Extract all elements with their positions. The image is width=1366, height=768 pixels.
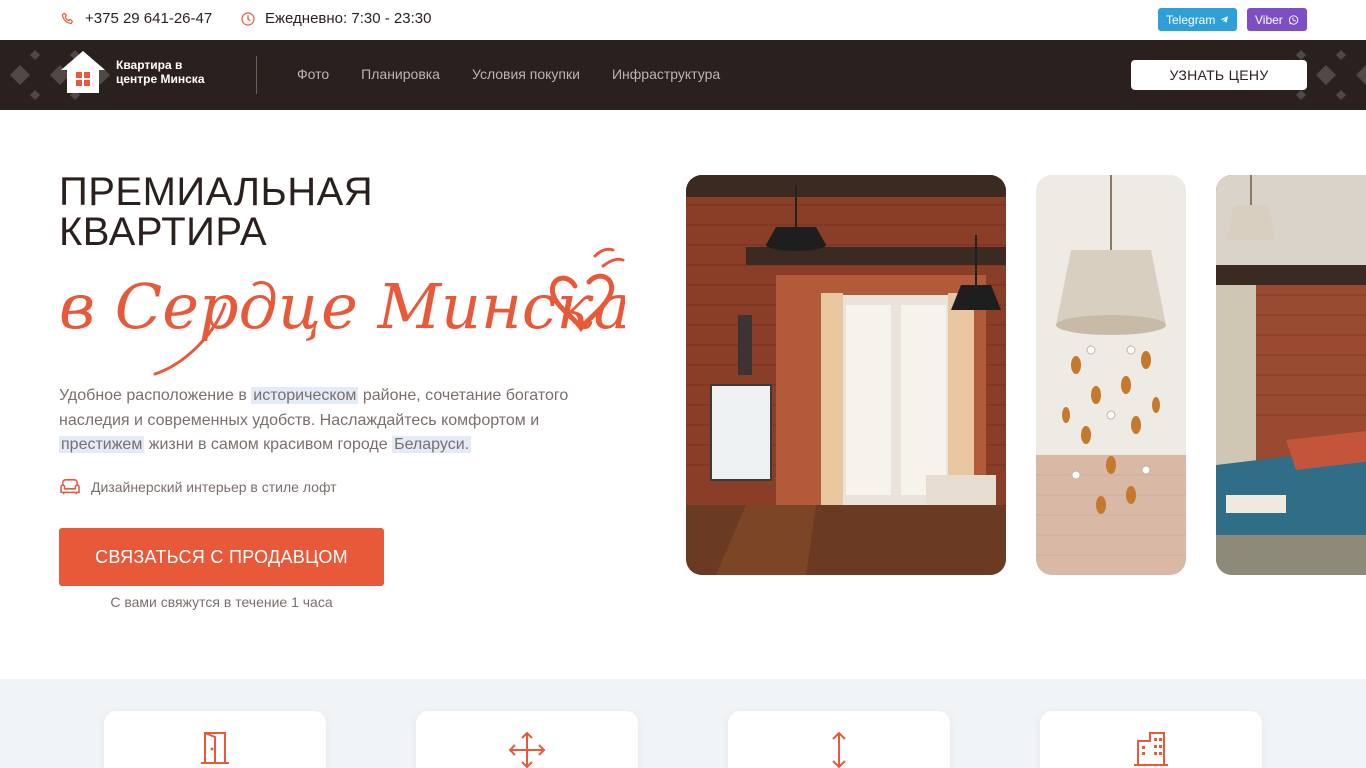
- nav-divider: [256, 56, 257, 94]
- site-logo[interactable]: Квартира в центре Минска: [60, 50, 216, 94]
- top-bar: +375 29 641-26-47 Ежедневно: 7:30 - 23:3…: [0, 0, 1366, 40]
- bedroom-photo: [1216, 175, 1366, 575]
- desc-highlight-historical: историческом: [251, 387, 359, 404]
- feature-card-building: [1040, 711, 1262, 768]
- crystal-chandelier-photo: [1036, 175, 1186, 575]
- whatsapp-icon: [1288, 14, 1299, 25]
- door-icon: [201, 732, 229, 764]
- feature-card-door: [104, 711, 326, 768]
- script-heading: в Сердце Минска: [59, 247, 625, 376]
- feature-item: Дизайнерский интерьер в стиле лофт: [59, 478, 337, 496]
- expand-arrows-icon: [508, 731, 546, 768]
- hero-title-line1: ПРЕМИАЛЬНАЯ: [59, 170, 374, 214]
- contact-seller-button[interactable]: СВЯЗАТЬСЯ С ПРОДАВЦОМ: [59, 528, 384, 586]
- living-room-image: [686, 175, 1006, 575]
- vertical-arrow-icon: [832, 731, 846, 768]
- feature-card-area: [416, 711, 638, 768]
- viber-button[interactable]: Viber: [1247, 8, 1307, 31]
- nav-link-infrastructure[interactable]: Инфраструктура: [612, 66, 720, 82]
- telegram-button[interactable]: Telegram: [1158, 8, 1237, 31]
- chandelier-image: [1036, 175, 1186, 575]
- nav-link-photo[interactable]: Фото: [297, 66, 329, 82]
- clock-icon: [241, 11, 255, 26]
- working-hours: Ежедневно: 7:30 - 23:30: [240, 10, 431, 27]
- hours-text: Ежедневно: 7:30 - 23:30: [265, 10, 432, 27]
- feature-text: Дизайнерский интерьер в стиле лофт: [91, 479, 337, 495]
- telegram-label: Telegram: [1166, 12, 1216, 27]
- loft-living-room-photo: [686, 175, 1006, 575]
- desc-part-1: Удобное расположение в: [59, 387, 252, 404]
- sofa-icon: [60, 479, 80, 495]
- nav-link-layout[interactable]: Планировка: [361, 66, 440, 82]
- phone-number[interactable]: +375 29 641-26-47: [85, 10, 212, 27]
- desc-highlight-belarus: Беларуси.: [392, 436, 472, 453]
- cta-note: С вами свяжутся в течение 1 часа: [110, 594, 333, 610]
- nav-link-purchase-terms[interactable]: Условия покупки: [472, 66, 580, 82]
- heart-flourish: [593, 247, 625, 268]
- desc-part-3: жизни в самом красивом городе: [144, 436, 393, 453]
- telegram-icon: [1221, 16, 1229, 23]
- house-icon: [61, 51, 105, 93]
- script-heading-text: в Сердце Минска: [59, 270, 625, 343]
- feature-card-height: [728, 711, 950, 768]
- bedroom-image: [1216, 175, 1366, 575]
- phone-icon: [61, 12, 73, 24]
- nav-links: Фото Планировка Условия покупки Инфрастр…: [297, 66, 720, 82]
- phone-contact[interactable]: +375 29 641-26-47: [60, 10, 212, 27]
- hero-description: Удобное расположение в историческом райо…: [59, 384, 579, 458]
- main-navbar: Квартира в центре Минска Фото Планировка…: [0, 40, 1366, 110]
- viber-label: Viber: [1255, 12, 1283, 27]
- get-price-button[interactable]: УЗНАТЬ ЦЕНУ: [1131, 60, 1307, 90]
- building-icon: [1134, 732, 1168, 766]
- logo-text: Квартира в центре Минска: [116, 58, 205, 86]
- desc-highlight-prestige: престижем: [59, 436, 145, 453]
